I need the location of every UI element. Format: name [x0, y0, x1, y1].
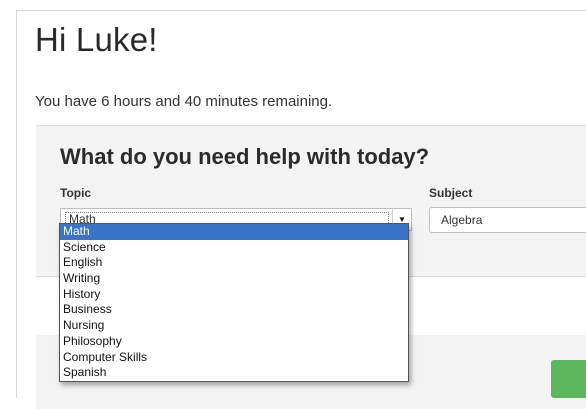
topic-option[interactable]: English [60, 255, 408, 271]
topic-label: Topic [60, 186, 92, 200]
topic-option[interactable]: History [60, 287, 408, 303]
topic-option[interactable]: Philosophy [60, 334, 408, 350]
subject-label: Subject [429, 186, 473, 200]
topic-option[interactable]: Computer Skills [60, 350, 408, 366]
submit-button[interactable] [551, 360, 586, 398]
topic-option[interactable]: Nursing [60, 318, 408, 334]
topic-dropdown-list[interactable]: Math Science English Writing History Business… [59, 223, 409, 382]
help-form-title: What do you need help with today? [60, 144, 430, 169]
topic-option[interactable]: Spanish [60, 365, 408, 381]
topic-option[interactable]: Business [60, 302, 408, 318]
topic-option[interactable]: Science [60, 240, 408, 256]
topic-option[interactable]: Writing [60, 271, 408, 287]
greeting-heading: Hi Luke! [35, 21, 158, 58]
time-remaining-text: You have 6 hours and 40 minutes remainin… [35, 93, 333, 110]
topic-option[interactable]: Math [60, 224, 408, 240]
subject-select[interactable]: Algebra [429, 207, 586, 233]
